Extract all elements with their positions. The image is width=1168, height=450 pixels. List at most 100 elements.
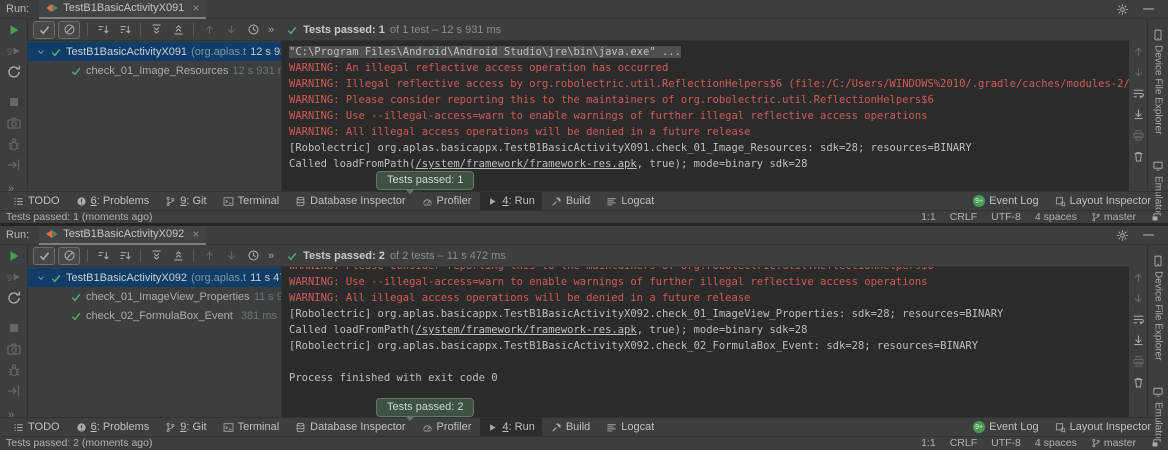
toolwindow-build[interactable]: Build — [544, 418, 597, 436]
toggle-auto-test-button[interactable] — [3, 290, 25, 306]
print-icon[interactable] — [1132, 129, 1145, 142]
collapse-all-button[interactable] — [167, 21, 189, 39]
indent-style[interactable]: 4 spaces — [1035, 437, 1077, 449]
test-history-button[interactable] — [242, 247, 264, 265]
previous-failed-test-button[interactable] — [198, 247, 220, 265]
layout-inspector-button[interactable]: Layout Inspector — [1048, 192, 1158, 210]
git-branch-widget[interactable]: master — [1091, 211, 1136, 223]
toolwindow-git[interactable]: 9: Git — [158, 192, 213, 210]
line-separator[interactable]: CRLF — [950, 437, 977, 449]
show-passed-toggle[interactable] — [33, 21, 55, 39]
settings-gear-icon[interactable] — [1116, 3, 1129, 16]
soft-wrap-icon[interactable] — [1132, 313, 1145, 326]
collapse-all-button[interactable] — [167, 247, 189, 265]
test-case-row[interactable]: check_01_Image_Resources 12 s 931 ms — [28, 61, 281, 80]
file-encoding[interactable]: UTF-8 — [991, 437, 1021, 449]
screenshot-button[interactable] — [3, 341, 25, 357]
test-root-row[interactable]: TestB1BasicActivityX091 (org.aplas.t 12 … — [28, 42, 281, 61]
toolwindow-profiler[interactable]: Profiler — [415, 192, 479, 210]
settings-gear-icon[interactable] — [1116, 229, 1129, 242]
run-tab[interactable]: TestB1BasicActivityX091 × — [39, 0, 206, 19]
close-tab-icon[interactable]: × — [192, 1, 199, 15]
caret-position[interactable]: 1:1 — [921, 211, 936, 223]
toolwindow-run[interactable]: 4: Run — [480, 418, 541, 436]
soft-wrap-icon[interactable] — [1132, 87, 1145, 100]
clear-all-icon[interactable] — [1132, 376, 1145, 389]
close-tab-icon[interactable]: × — [192, 227, 199, 241]
scroll-to-end-icon[interactable] — [1132, 334, 1145, 347]
file-link[interactable]: /system/framework/framework-res.apk — [415, 324, 636, 336]
more-toolbar-icon[interactable]: » — [268, 24, 274, 36]
hide-window-icon[interactable]: — — [1143, 229, 1154, 241]
rerun-button[interactable] — [3, 248, 25, 264]
import-tests-button[interactable] — [3, 157, 25, 173]
expand-all-button[interactable] — [145, 247, 167, 265]
sort-by-duration-button[interactable] — [114, 247, 136, 265]
stop-button[interactable] — [3, 94, 25, 110]
up-stacktrace-icon[interactable] — [1132, 271, 1145, 284]
git-branch-widget[interactable]: master — [1091, 437, 1136, 449]
debug-settings-button[interactable] — [3, 136, 25, 152]
toolwindow-logcat[interactable]: Logcat — [599, 418, 661, 436]
toolwindow-profiler[interactable]: Profiler — [415, 418, 479, 436]
console-output[interactable]: "C:\Program Files\Android\Android Studio… — [282, 41, 1129, 191]
layout-inspector-button[interactable]: Layout Inspector — [1048, 418, 1158, 436]
stop-button[interactable] — [3, 320, 25, 336]
expanded-chevron-icon[interactable] — [36, 47, 46, 57]
toolwindow-database-inspector[interactable]: Database Inspector — [288, 192, 412, 210]
up-stacktrace-icon[interactable] — [1132, 45, 1145, 58]
caret-position[interactable]: 1:1 — [921, 437, 936, 449]
down-stacktrace-icon[interactable] — [1132, 292, 1145, 305]
scroll-to-end-icon[interactable] — [1132, 108, 1145, 121]
down-stacktrace-icon[interactable] — [1132, 66, 1145, 79]
file-encoding[interactable]: UTF-8 — [991, 211, 1021, 223]
show-ignored-toggle[interactable] — [58, 247, 80, 265]
indent-style[interactable]: 4 spaces — [1035, 211, 1077, 223]
test-history-button[interactable] — [242, 21, 264, 39]
event-log-button[interactable]: 9+Event Log — [966, 418, 1046, 436]
expand-all-button[interactable] — [145, 21, 167, 39]
toolwindow-problems[interactable]: 6: Problems — [69, 418, 157, 436]
toolwindow-problems[interactable]: 6: Problems — [69, 192, 157, 210]
expanded-chevron-icon[interactable] — [36, 273, 46, 283]
file-link[interactable]: /system/framework/framework-res.apk — [415, 158, 636, 170]
test-case-row[interactable]: check_01_ImageView_Properties 11 s 91 ms — [28, 287, 281, 306]
rerun-failed-tests-button[interactable] — [3, 43, 25, 59]
sidebar-item-device-file-explorer[interactable]: Device File Explorer — [1152, 29, 1164, 134]
test-root-row[interactable]: TestB1BasicActivityX092 (org.aplas.t 11 … — [28, 268, 281, 287]
test-case-row[interactable]: check_02_FormulaBox_Event 381 ms — [28, 306, 281, 325]
toolwindow-todo[interactable]: TODO — [6, 192, 67, 210]
toolwindow-git[interactable]: 9: Git — [158, 418, 213, 436]
show-ignored-toggle[interactable] — [58, 21, 80, 39]
hide-window-icon[interactable]: — — [1143, 3, 1154, 15]
import-tests-button[interactable] — [3, 383, 25, 399]
run-tab[interactable]: TestB1BasicActivityX092 × — [39, 226, 206, 245]
readonly-lock-icon[interactable] — [1150, 212, 1160, 222]
readonly-lock-icon[interactable] — [1150, 438, 1160, 448]
sort-alphabetically-button[interactable] — [92, 247, 114, 265]
show-passed-toggle[interactable] — [33, 247, 55, 265]
sort-by-duration-button[interactable] — [114, 21, 136, 39]
toggle-auto-test-button[interactable] — [3, 64, 25, 80]
sort-alphabetically-button[interactable] — [92, 21, 114, 39]
toolwindow-terminal[interactable]: Terminal — [216, 192, 287, 210]
more-toolbar-icon[interactable]: » — [268, 250, 274, 262]
debug-settings-button[interactable] — [3, 362, 25, 378]
event-log-button[interactable]: 9+Event Log — [966, 192, 1046, 210]
clear-all-icon[interactable] — [1132, 150, 1145, 163]
print-icon[interactable] — [1132, 355, 1145, 368]
toolwindow-logcat[interactable]: Logcat — [599, 192, 661, 210]
toolwindow-build[interactable]: Build — [544, 192, 597, 210]
toolwindow-run[interactable]: 4: Run — [480, 192, 541, 210]
toolwindow-todo[interactable]: TODO — [6, 418, 67, 436]
next-failed-test-button[interactable] — [220, 247, 242, 265]
screenshot-button[interactable] — [3, 115, 25, 131]
console-output[interactable]: WARNING: Please consider reporting this … — [282, 267, 1129, 417]
previous-failed-test-button[interactable] — [198, 21, 220, 39]
toolwindow-database-inspector[interactable]: Database Inspector — [288, 418, 412, 436]
rerun-button[interactable] — [3, 22, 25, 38]
line-separator[interactable]: CRLF — [950, 211, 977, 223]
toolwindow-terminal[interactable]: Terminal — [216, 418, 287, 436]
next-failed-test-button[interactable] — [220, 21, 242, 39]
rerun-failed-tests-button[interactable] — [3, 269, 25, 285]
